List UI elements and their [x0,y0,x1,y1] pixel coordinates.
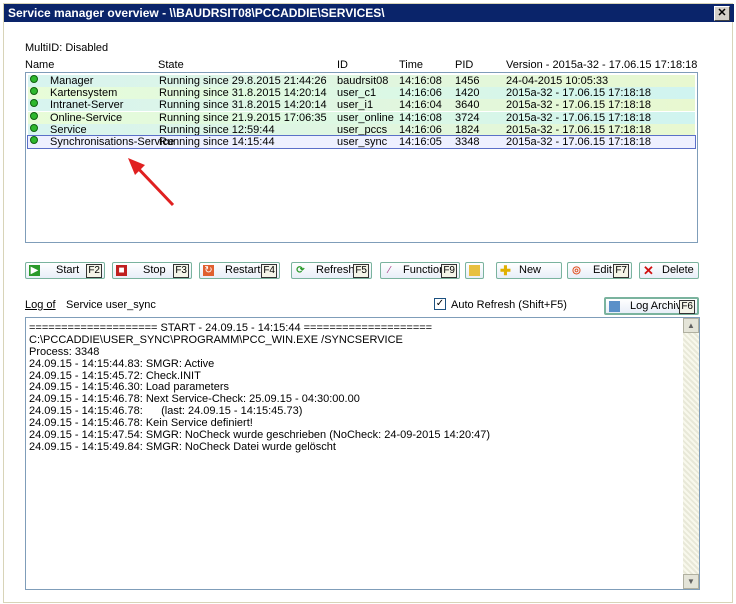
status-green-icon [30,75,38,83]
log-textarea[interactable]: ==================== START - 24.09.15 - … [25,317,700,590]
log-line: 24.09.15 - 14:15:46.30: Load parameters [29,381,229,394]
cell-version: 2015a-32 - 17.06.15 17:18:18 [506,123,651,136]
cell-id: user_sync [337,136,388,148]
log-line: ==================== START - 24.09.15 - … [29,322,433,334]
status-green-icon [30,111,38,120]
status-green-icon [30,99,38,108]
service-row[interactable]: Intranet-Server Running since 31.8.2015 1… [28,99,695,112]
cell-pid: 1456 [455,75,480,87]
cell-pid: 3348 [455,136,480,148]
column-pid[interactable]: PID [455,59,473,71]
cell-name: Intranet-Server [50,99,124,112]
cell-time: 14:16:04 [399,99,442,112]
multiid-label: MultiID: Disabled [25,42,109,54]
restart-button[interactable]: ↻ Restart F4 [199,262,280,279]
log-line: 24.09.15 - 14:15:46.78: Kein Service def… [29,417,253,430]
cell-pid: 3640 [455,99,480,112]
log-line: C:\PCCADDIE\USER_SYNC\PROGRAMM\PCC_WIN.E… [29,333,403,346]
log-archive-icon [609,301,620,312]
service-row[interactable]: Kartensystem Running since 31.8.2015 14:2… [28,87,695,100]
log-service-name: Service user_sync [66,299,156,311]
edit-button[interactable]: ◎ Edit F7 [567,262,632,279]
log-line: 24.09.15 - 14:15:49.84: SMGR: NoCheck Da… [29,440,336,453]
cell-pid: 1824 [455,123,480,136]
column-state[interactable]: State [158,59,184,71]
status-green-icon [30,123,38,132]
log-of-label: Log of [25,299,56,311]
stop-button[interactable]: ■ Stop F3 [112,262,192,279]
cell-state: Running since 31.8.2015 14:20:14 [159,99,327,112]
cell-version: 24-04-2015 10:05:33 [506,75,609,87]
delete-x-icon: ✕ [643,263,654,278]
service-row[interactable]: Synchronisations-Service Running since 14… [27,135,696,149]
log-line: 24.09.15 - 14:15:46.78: Next Service-Che… [29,393,360,406]
cell-state: Running since 14:15:44 [159,136,275,148]
log-line: 24.09.15 - 14:15:45.72: Check.INIT [29,369,201,382]
cell-version: 2015a-32 - 17.06.15 17:18:18 [506,111,651,124]
cell-version: 2015a-32 - 17.06.15 17:18:18 [506,136,651,148]
cell-state: Running since 31.8.2015 14:20:14 [159,87,327,100]
cell-version: 2015a-32 - 17.06.15 17:18:18 [506,87,651,100]
cell-id: user_pccs [337,123,388,136]
cell-name: Manager [50,75,94,87]
stop-icon: ■ [116,265,127,276]
magic-wand-icon: ⁄ [388,265,391,276]
function-button[interactable]: ⁄ Function F9 [380,262,460,279]
restart-icon: ↻ [203,265,214,276]
service-row[interactable]: Manager Running since 29.8.2015 21:44:26 b… [28,75,695,87]
log-scrollbar[interactable]: ▲ ▼ [683,318,699,589]
log-line: 24.09.15 - 14:15:44.83: SMGR: Active [29,357,215,370]
red-arrow-annotation [128,158,175,207]
service-row[interactable]: Online-Service Running since 21.9.2015 17… [28,111,695,124]
refresh-button[interactable]: ⟳ Refresh F5 [291,262,372,279]
scroll-up-button[interactable]: ▲ [683,318,699,333]
cell-time: 14:16:08 [399,75,442,87]
log-archiv-button[interactable]: Log Archiv F6 [604,297,699,315]
cell-time: 14:16:06 [399,123,442,136]
cell-name: Service [50,123,87,136]
play-icon: ▶ [29,265,40,276]
folder-icon [469,265,480,276]
folder-button[interactable] [465,262,484,279]
cell-time: 14:16:06 [399,87,442,100]
cell-id: user_c1 [337,87,377,100]
cell-id: user_i1 [337,99,374,112]
start-button[interactable]: ▶ Start F2 [25,262,105,279]
scroll-down-button[interactable]: ▼ [683,574,699,589]
delete-button[interactable]: ✕ Delete [639,262,699,279]
cell-state: Running since 12:59:44 [159,123,275,136]
cell-name: Online-Service [50,111,123,124]
cell-version: 2015a-32 - 17.06.15 17:18:18 [506,99,651,112]
cell-state: Running since 21.9.2015 17:06:35 [159,111,327,124]
cell-time: 14:16:08 [399,111,442,124]
column-version[interactable]: Version - 2015a-32 - 17.06.15 17:18:18 [506,59,697,71]
log-line: Process: 3348 [29,345,100,358]
status-green-icon [30,136,38,144]
column-time[interactable]: Time [399,59,423,71]
new-button[interactable]: ✚ New [496,262,562,279]
log-line: 24.09.15 - 14:15:47.54: SMGR: NoCheck wu… [29,429,491,442]
cell-time: 14:16:05 [399,136,442,148]
cell-state: Running since 29.8.2015 21:44:26 [159,75,327,87]
column-name[interactable]: Name [25,59,54,71]
cell-name: Synchronisations-Service [50,136,175,148]
plus-icon: ✚ [500,263,511,278]
cell-pid: 1420 [455,87,480,100]
cell-id: baudrsit08 [337,75,389,87]
status-green-icon [30,87,38,96]
refresh-icon: ⟳ [296,265,305,276]
cell-id: user_online [337,111,394,124]
close-button[interactable]: ✕ [714,6,730,21]
window-title: Service manager overview - \\BAUDRSIT08\… [8,6,385,20]
edit-icon: ◎ [572,265,581,276]
auto-refresh-label[interactable]: Auto Refresh (Shift+F5) [451,299,567,311]
log-line: 24.09.15 - 14:15:46.78: (last: 24.09.15 … [29,405,303,418]
cell-name: Kartensystem [50,87,118,100]
title-bar: Service manager overview - \\BAUDRSIT08\… [4,4,734,22]
cell-pid: 3724 [455,111,480,124]
column-id[interactable]: ID [337,59,348,71]
auto-refresh-checkbox[interactable]: ✓ [434,298,446,310]
service-row[interactable]: Service Running since 12:59:44 user_pccs 14… [28,123,695,136]
